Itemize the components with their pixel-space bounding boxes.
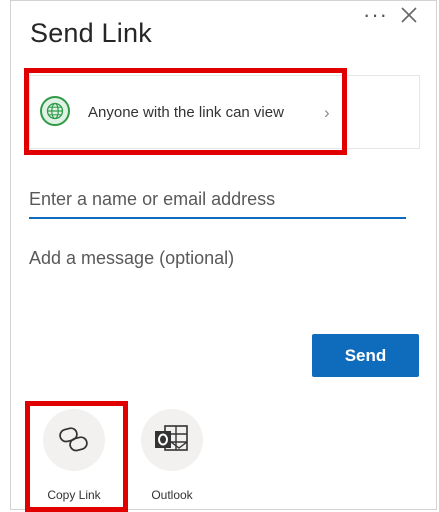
- dialog-title: Send Link: [30, 18, 152, 48]
- more-options-button[interactable]: ···: [363, 2, 388, 28]
- permission-label: Anyone with the link can view: [88, 104, 284, 121]
- chevron-right-icon: ›: [324, 103, 330, 122]
- outlook-label: Outlook: [151, 488, 193, 502]
- message-input[interactable]: [29, 248, 406, 318]
- copy-link-circle[interactable]: [43, 409, 105, 471]
- outlook-circle[interactable]: [141, 409, 203, 471]
- link-icon: [59, 427, 88, 452]
- outlook-icon: [155, 425, 188, 451]
- send-button[interactable]: Send: [312, 334, 419, 377]
- globe-icon: [40, 96, 70, 126]
- email-input[interactable]: [29, 181, 406, 219]
- close-icon[interactable]: [398, 4, 420, 26]
- copy-link-label: Copy Link: [47, 488, 101, 502]
